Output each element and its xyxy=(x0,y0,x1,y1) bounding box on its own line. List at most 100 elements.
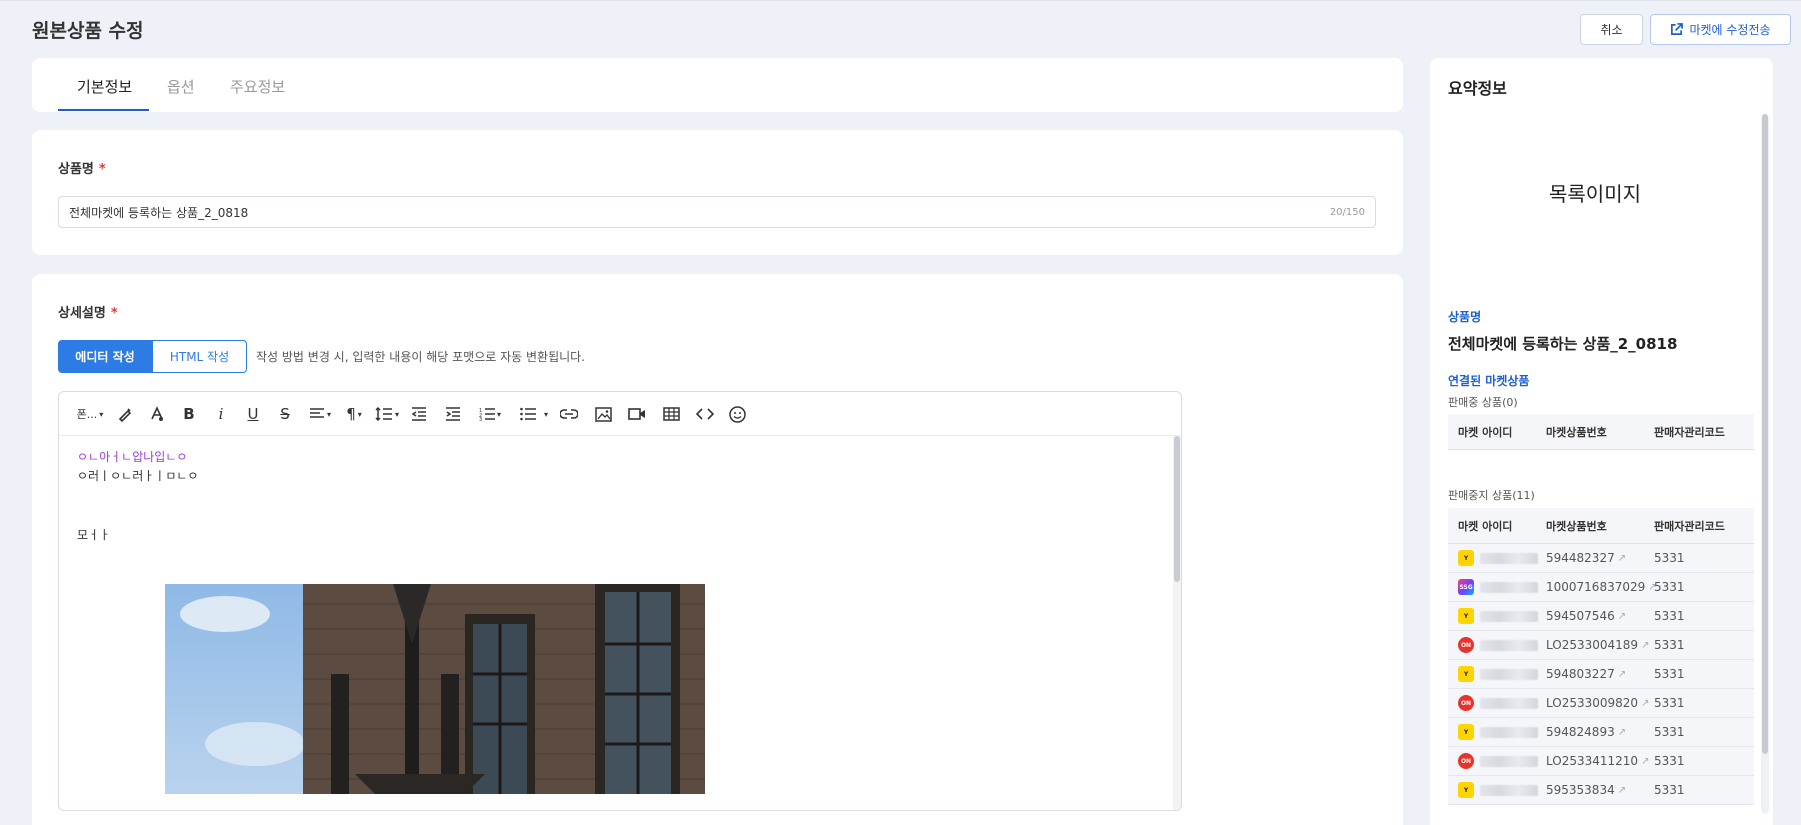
seller-code-cell: 5331 xyxy=(1654,609,1685,623)
send-button-label: 마켓에 수정전송 xyxy=(1689,23,1771,37)
html-mode-button[interactable]: HTML 작성 xyxy=(152,340,247,373)
external-link-icon[interactable]: ↗ xyxy=(1618,611,1626,622)
emoji-icon[interactable] xyxy=(727,404,747,424)
highlight-icon[interactable] xyxy=(115,404,135,424)
tab-options[interactable]: 옵션 xyxy=(167,76,195,97)
cancel-button[interactable]: 취소 xyxy=(1580,14,1643,45)
underline-icon[interactable]: U xyxy=(243,404,263,424)
masked-id xyxy=(1480,668,1538,680)
column-header: 판매자관리코드 xyxy=(1654,519,1725,533)
bold-icon[interactable]: B xyxy=(179,404,199,424)
product-no-cell[interactable]: 594482327 ↗ xyxy=(1546,551,1654,565)
masked-id xyxy=(1480,784,1538,796)
rich-text-editor[interactable]: 폰... ▾ B i U S ▾ ¶ ▾ ▾ 1 2 3 ▾ ▾ ㅇㄴ아ㅓㄴ압나… xyxy=(58,391,1182,811)
market-badge-icon: Y xyxy=(1458,724,1474,740)
tab-basic-info[interactable]: 기본정보 xyxy=(77,76,132,97)
masked-id xyxy=(1480,639,1538,651)
editor-content: ㅇㄴ아ㅓㄴ압나입ㄴㅇ ㅇ러ㅣㅇㄴ러ㅏㅣㅁㄴㅇ xyxy=(77,448,198,486)
product-no-cell[interactable]: LO2533411210 ↗ xyxy=(1546,754,1654,768)
market-badge-icon: SSG xyxy=(1458,579,1474,595)
external-link-icon[interactable]: ↗ xyxy=(1618,727,1626,738)
table-row: ON LO2533004189 ↗ 5331 xyxy=(1448,631,1754,660)
product-no-cell[interactable]: 594824893 ↗ xyxy=(1546,725,1654,739)
market-id-cell: ON xyxy=(1448,753,1546,769)
seller-code-cell: 5331 xyxy=(1654,667,1685,681)
market-id-cell: SSG xyxy=(1448,579,1546,595)
market-badge-icon: Y xyxy=(1458,608,1474,624)
market-id-cell: Y xyxy=(1448,782,1546,798)
bullet-list-icon[interactable]: ▾ xyxy=(517,404,551,424)
product-no-cell[interactable]: LO2533004189 ↗ xyxy=(1546,638,1654,652)
stopped-table: 마켓 아이디 마켓상품번호 판매자관리코드 Y 594482327 ↗ 5331 … xyxy=(1448,508,1754,805)
table-row: Y 595353834 ↗ 5331 xyxy=(1448,776,1754,805)
ordered-list-icon[interactable]: 1 2 3 ▾ xyxy=(475,404,505,424)
product-no-cell[interactable]: 594803227 ↗ xyxy=(1546,667,1654,681)
send-to-market-button[interactable]: 마켓에 수정전송 xyxy=(1650,14,1791,45)
tab-main-info[interactable]: 주요정보 xyxy=(230,76,285,97)
summary-scrollbar-thumb[interactable] xyxy=(1762,114,1768,754)
line-height-icon[interactable]: ▾ xyxy=(373,404,401,424)
outdent-icon[interactable] xyxy=(409,404,429,424)
content-line: ㅇ러ㅣㅇㄴ러ㅏㅣㅁㄴㅇ xyxy=(77,469,199,483)
align-icon[interactable]: ▾ xyxy=(307,404,333,424)
column-header: 마켓상품번호 xyxy=(1546,425,1607,439)
seller-code-cell: 5331 xyxy=(1654,580,1685,594)
font-select-label: 폰... xyxy=(76,408,98,421)
table-row: SSG 1000716837029 ↗ 5331 xyxy=(1448,573,1754,602)
product-no-cell[interactable]: LO2533009820 ↗ xyxy=(1546,696,1654,710)
embedded-photo[interactable] xyxy=(165,584,705,794)
table-header: 마켓 아이디 마켓상품번호 판매자관리코드 xyxy=(1448,508,1754,544)
mode-change-note: 작성 방법 변경 시, 입력한 내용이 해당 포맷으로 자동 변환됩니다. xyxy=(256,350,586,364)
on-sale-table: 마켓 아이디 마켓상품번호 판매자관리코드 xyxy=(1448,414,1754,450)
external-link-icon[interactable]: ↗ xyxy=(1618,553,1626,564)
image-icon[interactable] xyxy=(593,404,613,424)
market-id-cell: Y xyxy=(1448,724,1546,740)
summary-product-name-label: 상품명 xyxy=(1448,310,1482,324)
indent-icon[interactable] xyxy=(443,404,463,424)
seller-code-cell: 5331 xyxy=(1654,783,1685,797)
product-no-cell[interactable]: 595353834 ↗ xyxy=(1546,783,1654,797)
column-header: 마켓 아이디 xyxy=(1458,425,1513,439)
editor-mode-button[interactable]: 에디터 작성 xyxy=(58,340,152,373)
summary-title: 요약정보 xyxy=(1448,79,1507,98)
editor-scrollbar-thumb[interactable] xyxy=(1174,436,1180,582)
code-view-icon[interactable] xyxy=(695,404,715,424)
page-title: 원본상품 수정 xyxy=(32,20,144,42)
product-no-cell[interactable]: 594507546 ↗ xyxy=(1546,609,1654,623)
external-link-icon[interactable]: ↗ xyxy=(1641,640,1649,651)
masked-id xyxy=(1480,552,1538,564)
external-link-icon[interactable]: ↗ xyxy=(1641,756,1649,767)
seller-code-cell: 5331 xyxy=(1654,725,1685,739)
market-badge-icon: Y xyxy=(1458,550,1474,566)
description-label: 상세설명 * xyxy=(58,306,118,321)
on-sale-label: 판매중 상품(0) xyxy=(1448,396,1518,409)
table-row: Y 594482327 ↗ 5331 xyxy=(1448,544,1754,573)
description-section: 상세설명 * 에디터 작성 HTML 작성 작성 방법 변경 시, 입력한 내용이… xyxy=(32,274,1403,825)
font-select[interactable]: 폰... ▾ xyxy=(75,404,105,424)
table-row: Y 594803227 ↗ 5331 xyxy=(1448,660,1754,689)
masked-id xyxy=(1480,755,1538,767)
market-id-cell: ON xyxy=(1448,695,1546,711)
masked-id xyxy=(1480,726,1538,738)
external-link-icon[interactable]: ↗ xyxy=(1618,669,1626,680)
editor-scrollbar[interactable] xyxy=(1173,436,1181,810)
product-name-label: 상품명 * xyxy=(58,162,106,177)
table-row: ON LO2533009820 ↗ 5331 xyxy=(1448,689,1754,718)
external-link-icon[interactable]: ↗ xyxy=(1641,698,1649,709)
video-icon[interactable] xyxy=(627,404,647,424)
seller-code-cell: 5331 xyxy=(1654,696,1685,710)
link-icon[interactable] xyxy=(559,404,579,424)
table-icon[interactable] xyxy=(661,404,681,424)
italic-icon[interactable]: i xyxy=(211,404,231,424)
table-row: Y 594507546 ↗ 5331 xyxy=(1448,602,1754,631)
font-color-icon[interactable] xyxy=(147,404,167,424)
editor-toolbar: 폰... ▾ B i U S ▾ ¶ ▾ ▾ 1 2 3 ▾ ▾ xyxy=(59,392,1181,436)
product-name-input[interactable]: 전체마켓에 등록하는 상품_2_0818 20/150 xyxy=(58,196,1376,228)
external-link-icon[interactable]: ↗ xyxy=(1618,785,1626,796)
product-no-cell[interactable]: 1000716837029 ↗ xyxy=(1546,580,1657,594)
market-badge-icon: Y xyxy=(1458,666,1474,682)
strikethrough-icon[interactable]: S xyxy=(275,404,295,424)
summary-scrollbar[interactable] xyxy=(1761,114,1769,814)
paragraph-icon[interactable]: ¶ ▾ xyxy=(341,404,367,424)
stopped-label: 판매중지 상품(11) xyxy=(1448,489,1535,502)
